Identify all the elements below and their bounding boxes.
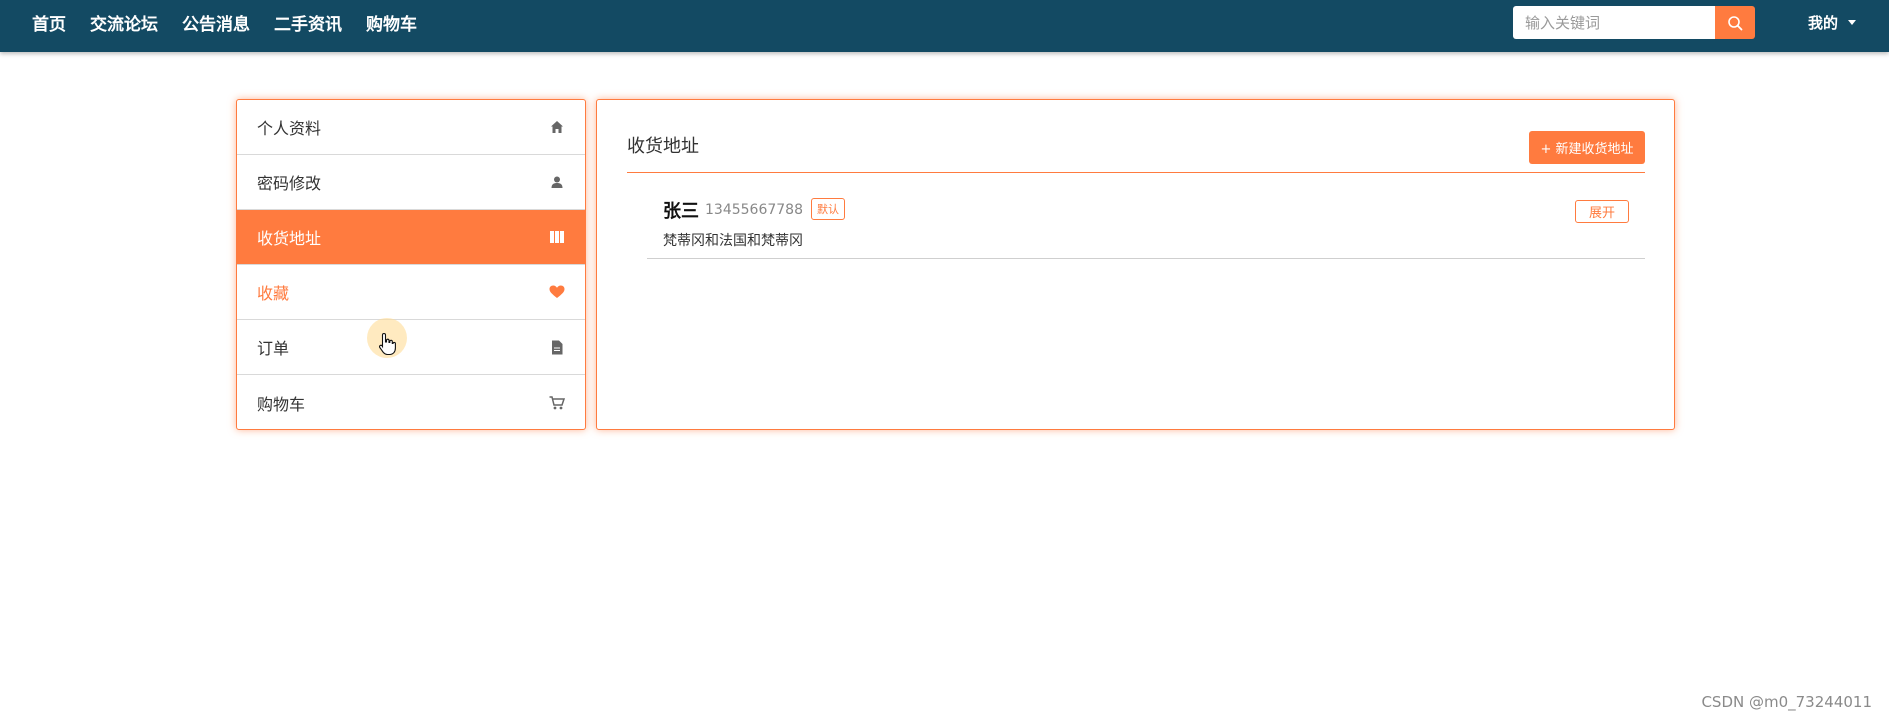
address-phone: 13455667788 — [705, 202, 803, 218]
search-icon — [1728, 15, 1743, 30]
nav-item-cart[interactable]: 购物车 — [354, 10, 429, 35]
address-panel: 收货地址 + 新建收货地址 张三 13455667788 默认 梵蒂冈和法国和梵… — [596, 99, 1675, 430]
user-icon — [549, 174, 565, 190]
search-button[interactable] — [1715, 6, 1755, 39]
sidebar-item-password[interactable]: 密码修改 — [237, 155, 585, 210]
user-menu-label: 我的 — [1808, 13, 1839, 32]
address-detail: 梵蒂冈和法国和梵蒂冈 — [663, 233, 803, 249]
title-divider — [627, 172, 1645, 173]
nav-item-home[interactable]: 首页 — [20, 10, 78, 35]
sidebar-item-label: 密码修改 — [257, 174, 322, 193]
hand-pointer-icon — [378, 332, 396, 356]
main-nav: 首页 交流论坛 公告消息 二手资讯 购物车 — [20, 0, 429, 44]
heart-icon — [549, 284, 565, 300]
top-nav-bar: 首页 交流论坛 公告消息 二手资讯 购物车 我的 — [0, 0, 1889, 52]
sidebar-item-address[interactable]: 收货地址 — [237, 210, 585, 265]
nav-item-second-hand[interactable]: 二手资讯 — [262, 10, 354, 35]
default-badge: 默认 — [811, 198, 845, 220]
user-menu-dropdown[interactable]: 我的 — [1808, 0, 1857, 44]
search-box — [1513, 6, 1755, 39]
address-list-item: 张三 13455667788 默认 梵蒂冈和法国和梵蒂冈 展开 — [647, 190, 1645, 259]
sidebar-item-label: 收藏 — [257, 284, 290, 303]
file-icon — [549, 339, 565, 355]
add-address-button[interactable]: + 新建收货地址 — [1529, 131, 1645, 164]
sidebar-item-label: 购物车 — [257, 394, 306, 414]
sidebar-item-label: 个人资料 — [257, 119, 322, 138]
chevron-down-icon — [1848, 19, 1857, 25]
nav-item-announcements[interactable]: 公告消息 — [170, 10, 262, 35]
sidebar-item-orders[interactable]: 订单 — [237, 320, 585, 375]
cart-icon — [549, 395, 565, 411]
sidebar-item-favorites[interactable]: 收藏 — [237, 265, 585, 320]
sidebar-item-cart[interactable]: 购物车 — [237, 375, 585, 429]
home-icon — [549, 119, 565, 135]
sidebar-item-label: 收货地址 — [257, 229, 322, 248]
search-input[interactable] — [1513, 6, 1715, 39]
account-sidebar: 个人资料 密码修改 收货地址 收藏 订单 购物车 — [236, 99, 586, 430]
page-title: 收货地址 — [627, 136, 699, 157]
address-recipient-name: 张三 — [663, 201, 699, 222]
sidebar-item-profile[interactable]: 个人资料 — [237, 100, 585, 155]
map-icon — [549, 229, 565, 245]
sidebar-item-label: 订单 — [257, 339, 290, 358]
expand-button[interactable]: 展开 — [1575, 200, 1629, 223]
nav-item-forum[interactable]: 交流论坛 — [78, 10, 170, 35]
watermark: CSDN @m0_73244011 — [1701, 693, 1872, 711]
